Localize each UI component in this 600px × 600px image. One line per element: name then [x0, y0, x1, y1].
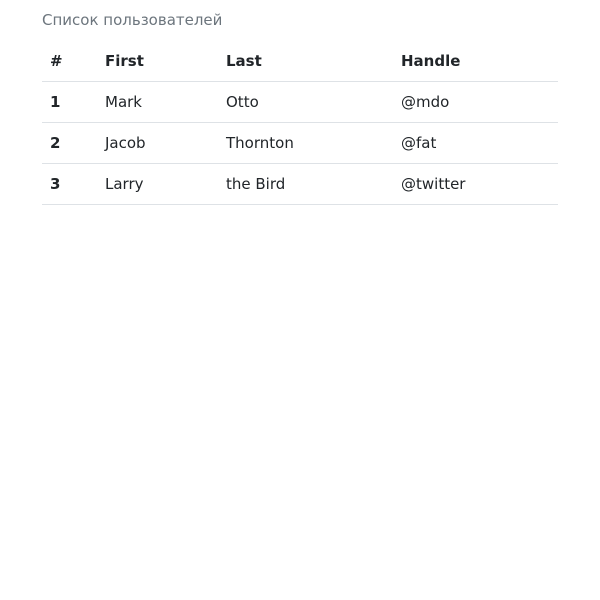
table-body: 1 Mark Otto @mdo 2 Jacob Thornton @fat 3…	[42, 81, 558, 205]
table-row: 2 Jacob Thornton @fat	[42, 122, 558, 164]
row-number: 3	[42, 163, 97, 205]
header-row: # First Last Handle	[42, 41, 558, 82]
cell-first: Jacob	[97, 122, 218, 164]
cell-last: the Bird	[218, 163, 393, 205]
cell-first: Mark	[97, 81, 218, 123]
row-number: 1	[42, 81, 97, 123]
users-table-container: Список пользователей # First Last Handle…	[42, 0, 558, 205]
cell-handle: @twitter	[393, 163, 558, 205]
users-table: # First Last Handle 1 Mark Otto @mdo 2 J…	[42, 41, 558, 205]
cell-last: Otto	[218, 81, 393, 123]
header-handle: Handle	[393, 41, 558, 82]
cell-first: Larry	[97, 163, 218, 205]
cell-last: Thornton	[218, 122, 393, 164]
table-row: 3 Larry the Bird @twitter	[42, 163, 558, 205]
header-first: First	[97, 41, 218, 82]
header-number: #	[42, 41, 97, 82]
table-row: 1 Mark Otto @mdo	[42, 81, 558, 123]
table-header: # First Last Handle	[42, 41, 558, 82]
header-last: Last	[218, 41, 393, 82]
table-caption: Список пользователей	[42, 11, 223, 29]
row-number: 2	[42, 122, 97, 164]
cell-handle: @fat	[393, 122, 558, 164]
cell-handle: @mdo	[393, 81, 558, 123]
